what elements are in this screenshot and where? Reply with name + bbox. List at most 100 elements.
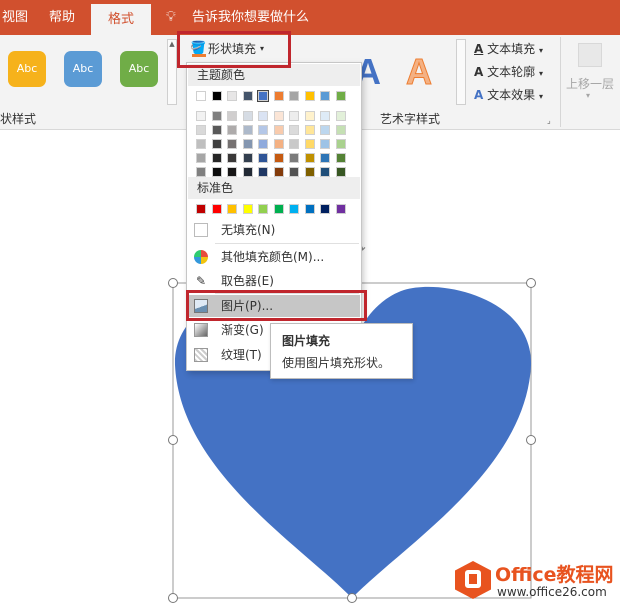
theme-color-swatch[interactable]	[273, 167, 284, 177]
resize-handle-right[interactable]	[526, 435, 536, 445]
theme-color-swatch[interactable]	[211, 153, 222, 163]
theme-color-swatch[interactable]	[335, 125, 346, 135]
theme-color-swatch[interactable]	[242, 111, 253, 121]
theme-color-swatch[interactable]	[227, 167, 237, 177]
theme-color-swatch[interactable]	[273, 111, 284, 121]
theme-color-swatch[interactable]	[227, 91, 237, 101]
theme-color-swatch[interactable]	[320, 111, 330, 121]
theme-color-swatch[interactable]	[196, 91, 206, 101]
standard-color-swatch[interactable]	[273, 204, 284, 214]
theme-color-swatch[interactable]	[320, 153, 330, 163]
texture-icon	[194, 348, 208, 362]
resize-handle-bottom[interactable]	[347, 593, 357, 603]
theme-color-swatch[interactable]	[211, 125, 222, 135]
watermark: Office教程网 www.office26.com	[455, 560, 615, 604]
theme-color-swatch[interactable]	[196, 125, 206, 135]
theme-color-swatch[interactable]	[196, 153, 206, 163]
office-logo-mark	[465, 570, 481, 588]
theme-color-swatch[interactable]	[242, 91, 253, 101]
theme-color-swatch[interactable]	[211, 91, 222, 101]
eyedropper-icon: ✎	[195, 274, 207, 288]
theme-color-swatch[interactable]	[227, 111, 237, 121]
menu-item-eyedropper[interactable]: ✎ 取色器(E)	[188, 270, 360, 292]
theme-color-swatch[interactable]	[304, 139, 315, 149]
theme-color-swatch[interactable]	[320, 125, 330, 135]
theme-color-swatch[interactable]	[257, 90, 269, 102]
standard-color-swatch[interactable]	[196, 204, 206, 214]
theme-color-swatch[interactable]	[258, 153, 268, 163]
theme-color-swatch[interactable]	[227, 153, 237, 163]
watermark-brand: Office教程网	[495, 564, 614, 586]
resize-handle-bottom-left[interactable]	[168, 593, 178, 603]
resize-handle-left[interactable]	[168, 435, 178, 445]
theme-color-swatch[interactable]	[211, 111, 222, 121]
standard-color-swatch[interactable]	[258, 204, 268, 214]
menu-divider	[215, 243, 359, 244]
watermark-url: www.office26.com	[497, 585, 607, 599]
picture-item-highlight	[186, 290, 367, 321]
theme-color-swatch[interactable]	[335, 153, 346, 163]
theme-color-swatch[interactable]	[289, 111, 299, 121]
theme-color-swatch[interactable]	[289, 167, 299, 177]
theme-color-swatch[interactable]	[335, 167, 346, 177]
theme-color-swatch[interactable]	[289, 153, 299, 163]
shape-fill-highlight	[177, 31, 291, 68]
no-fill-icon	[194, 223, 208, 237]
gradient-icon	[194, 323, 208, 337]
color-wheel-icon	[194, 250, 208, 264]
theme-color-swatch[interactable]	[258, 125, 268, 135]
eyedropper-label: 取色器(E)	[221, 274, 274, 288]
theme-color-swatch[interactable]	[258, 111, 268, 121]
theme-color-swatch[interactable]	[273, 91, 284, 101]
resize-handle-top-left[interactable]	[168, 278, 178, 288]
standard-color-swatch[interactable]	[211, 204, 222, 214]
resize-handle-top-right[interactable]	[526, 278, 536, 288]
theme-color-swatch[interactable]	[304, 91, 315, 101]
tooltip-description: 使用图片填充形状。	[282, 356, 391, 370]
theme-color-swatch[interactable]	[320, 91, 330, 101]
theme-color-swatch[interactable]	[273, 125, 284, 135]
theme-color-swatch[interactable]	[289, 139, 299, 149]
theme-color-swatch[interactable]	[304, 167, 315, 177]
theme-color-swatch[interactable]	[258, 167, 268, 177]
theme-color-swatch[interactable]	[211, 167, 222, 177]
standard-color-swatch[interactable]	[320, 204, 330, 214]
theme-color-swatch[interactable]	[196, 167, 206, 177]
theme-color-swatch[interactable]	[227, 139, 237, 149]
theme-color-swatch[interactable]	[289, 91, 299, 101]
standard-color-swatch[interactable]	[289, 204, 299, 214]
more-fill-colors-label: 其他填充颜色(M)...	[221, 250, 325, 264]
standard-color-swatch[interactable]	[227, 204, 237, 214]
theme-color-swatch[interactable]	[304, 111, 315, 121]
theme-color-swatch[interactable]	[304, 153, 315, 163]
theme-color-swatch[interactable]	[242, 167, 253, 177]
theme-color-swatch[interactable]	[196, 139, 206, 149]
theme-color-swatch[interactable]	[258, 139, 268, 149]
theme-color-swatch[interactable]	[242, 153, 253, 163]
standard-color-swatch[interactable]	[242, 204, 253, 214]
theme-color-swatch[interactable]	[320, 167, 330, 177]
theme-color-swatch[interactable]	[273, 139, 284, 149]
menu-item-more-fill-colors[interactable]: 其他填充颜色(M)...	[188, 246, 360, 268]
theme-color-swatch[interactable]	[304, 125, 315, 135]
picture-fill-tooltip: 图片填充 使用图片填充形状。	[270, 323, 413, 379]
standard-color-swatch[interactable]	[335, 204, 346, 214]
tooltip-title: 图片填充	[282, 334, 331, 348]
theme-color-swatch[interactable]	[289, 125, 299, 135]
theme-color-swatch[interactable]	[242, 139, 253, 149]
theme-color-swatch[interactable]	[335, 91, 346, 101]
texture-label: 纹理(T)	[221, 348, 262, 362]
theme-color-swatch[interactable]	[273, 153, 284, 163]
theme-color-swatch[interactable]	[227, 125, 237, 135]
theme-color-swatch[interactable]	[211, 139, 222, 149]
theme-color-swatch[interactable]	[196, 111, 206, 121]
theme-color-swatch[interactable]	[335, 139, 346, 149]
standard-colors-header: 标准色	[188, 177, 360, 199]
gradient-label: 渐变(G)	[221, 323, 264, 337]
theme-color-swatch[interactable]	[320, 139, 330, 149]
theme-color-swatch[interactable]	[242, 125, 253, 135]
no-fill-label: 无填充(N)	[221, 223, 276, 237]
menu-item-no-fill[interactable]: 无填充(N)	[188, 219, 360, 241]
theme-color-swatch[interactable]	[335, 111, 346, 121]
standard-color-swatch[interactable]	[304, 204, 315, 214]
